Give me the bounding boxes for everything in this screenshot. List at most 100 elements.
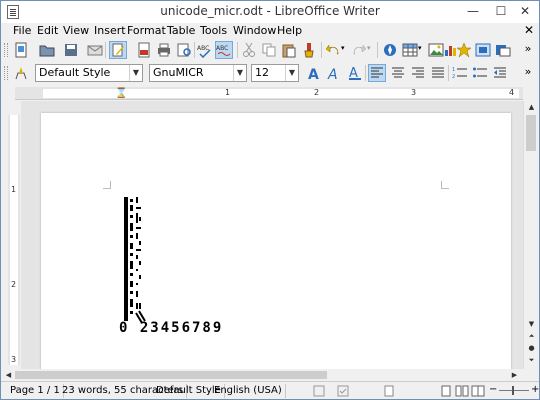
navigator-icon[interactable] [382,42,398,58]
vertical-scroll-thumb[interactable] [526,115,536,151]
new-document-icon[interactable] [13,42,29,58]
menu-edit[interactable]: Edit [37,24,58,37]
minimize-button[interactable]: — [459,1,487,23]
toolbar-grip[interactable] [4,43,8,57]
document-modified-icon[interactable] [383,385,395,397]
svg-text:ABC: ABC [216,45,228,52]
copy-icon[interactable] [261,42,277,58]
scroll-up-icon[interactable]: ▲ [526,102,537,113]
horizontal-scroll-thumb[interactable] [15,371,327,379]
menu-table[interactable]: Table [167,24,195,37]
document-language[interactable]: English (USA) [211,384,286,398]
email-icon[interactable] [87,42,103,58]
show-draw-functions-icon[interactable] [495,42,511,58]
fontwork-bold-icon[interactable]: A [307,65,323,81]
multi-page-view-icon[interactable] [455,385,469,397]
clone-formatting-icon[interactable] [301,42,317,58]
menu-view[interactable]: View [63,24,89,37]
insert-mode-icon[interactable] [313,385,325,397]
menu-window[interactable]: Window [233,24,276,37]
redo-dropdown-icon[interactable]: ▾ [367,44,375,60]
paragraph-style-combo[interactable]: Default Style ▼ [35,64,143,82]
page-count[interactable]: Page 1 / 1 [7,384,64,398]
open-folder-icon[interactable] [39,42,55,58]
font-size-combo[interactable]: 12 ▼ [251,64,299,82]
close-window-button[interactable]: ✕ [511,1,539,23]
ruler-number: 3 [411,88,417,97]
menu-insert[interactable]: Insert [94,24,126,37]
previous-page-icon[interactable]: ⏶ [526,331,537,342]
toolbar-overflow-icon[interactable]: » [521,42,535,58]
document-area[interactable]: 0 23456789 [21,101,523,369]
toolbar-separator [321,42,322,58]
book-view-icon[interactable] [471,385,485,397]
scroll-right-icon[interactable]: ▶ [509,370,520,381]
align-center-icon[interactable] [390,65,406,81]
insert-image-icon[interactable] [428,42,444,58]
font-size-value: 12 [255,66,269,79]
toolbar-grip[interactable] [4,66,8,80]
insert-table-icon[interactable] [402,42,418,58]
micr-vertical-text [124,197,146,324]
vertical-scrollbar[interactable]: ▲ ▼ ⏶ ● ⏷ [523,101,538,369]
fontwork-underline-icon[interactable]: A [347,65,363,81]
bullets-icon[interactable] [472,65,488,81]
edit-mode-icon[interactable] [109,41,127,59]
zoom-in-button[interactable]: + [531,384,539,395]
single-page-view-icon[interactable] [439,385,453,397]
print-preview-icon[interactable] [176,42,192,58]
paste-icon[interactable] [281,42,297,58]
redo-icon[interactable] [351,42,367,58]
libreoffice-window: unicode_micr.odt - LibreOffice Writer — … [0,0,540,400]
decrease-indent-icon[interactable] [492,65,508,81]
ruler-number: 1 [225,88,231,97]
menu-help[interactable]: Help [277,24,302,37]
zoom-slider-thumb[interactable] [512,386,514,395]
formatting-toolbar: Default Style ▼ GnuMICR ▼ 12 ▼ A A A 12 … [1,61,539,85]
menu-format[interactable]: Format [127,24,166,37]
font-name-combo[interactable]: GnuMICR ▼ [149,64,247,82]
align-right-icon[interactable] [410,65,426,81]
navigation-icon[interactable]: ● [526,343,537,354]
zoom-slider[interactable] [499,390,529,391]
scroll-down-icon[interactable]: ▼ [526,319,537,330]
menu-tools[interactable]: Tools [200,24,227,37]
special-character-icon[interactable] [456,42,472,58]
vertical-ruler[interactable]: 1 2 3 [8,115,20,365]
document-page[interactable]: 0 23456789 [41,113,511,369]
cut-icon[interactable] [241,42,257,58]
auto-spellcheck-icon[interactable]: ABC [215,41,233,59]
menu-bar: File Edit View Insert Format Table Tools… [1,23,539,39]
ruler-number: 2 [314,88,320,97]
chevron-down-icon[interactable]: ▼ [129,65,142,81]
chevron-down-icon[interactable]: ▼ [285,65,298,81]
toolbar-overflow-icon[interactable]: » [521,65,535,81]
scroll-left-icon[interactable]: ◀ [3,370,14,381]
numbering-icon[interactable]: 12 [452,65,468,81]
styles-icon[interactable] [13,65,29,81]
next-page-icon[interactable]: ⏷ [526,355,537,366]
export-pdf-icon[interactable] [136,42,152,58]
print-icon[interactable] [156,42,172,58]
menu-file[interactable]: File [13,24,31,37]
horizontal-ruler[interactable]: ⌛ 1 2 3 4 [15,87,523,100]
svg-text:ABC: ABC [197,45,209,52]
undo-dropdown-icon[interactable]: ▾ [341,44,349,60]
fontwork-italic-icon[interactable]: A [327,65,343,81]
justify-icon[interactable] [430,65,446,81]
insert-frame-icon[interactable] [475,42,491,58]
insert-table-dropdown-icon[interactable]: ▾ [418,44,426,60]
save-icon[interactable] [63,42,79,58]
ruler-number: 3 [11,355,17,364]
chevron-down-icon[interactable]: ▼ [233,65,246,81]
zoom-out-button[interactable]: − [489,384,497,395]
spellcheck-icon[interactable]: ABC [197,42,213,58]
svg-text:1: 1 [452,67,455,73]
horizontal-scrollbar[interactable]: ◀ ▶ [1,369,523,381]
align-left-icon[interactable] [368,64,386,82]
close-document-button[interactable]: ✕ [524,23,534,37]
selection-mode-icon[interactable] [337,385,349,397]
indent-marker-icon[interactable]: ⌛ [115,88,127,99]
ruler-number: 4 [509,88,515,97]
undo-icon[interactable] [325,42,341,58]
